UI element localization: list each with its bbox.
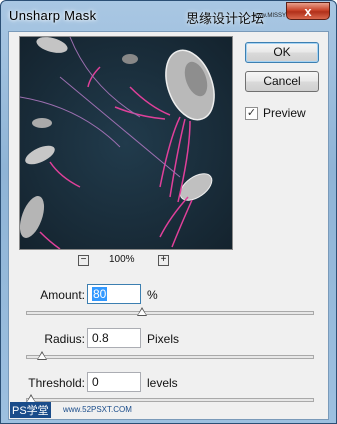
- threshold-input[interactable]: 0: [87, 372, 141, 392]
- radius-label: Radius:: [44, 332, 85, 346]
- threshold-slider-track[interactable]: [26, 398, 314, 402]
- checkmark-icon: ✓: [246, 107, 257, 119]
- unsharp-mask-dialog: Unsharp Mask 思缘设计论坛 www.MISSYUAN.COM x O…: [0, 0, 337, 424]
- radius-unit: Pixels: [147, 332, 180, 346]
- radius-value: 0.8: [92, 331, 109, 345]
- preview-image-artwork: [20, 37, 232, 249]
- close-icon: x: [304, 4, 312, 19]
- amount-slider-track[interactable]: [26, 311, 314, 315]
- preview-label: Preview: [263, 106, 306, 120]
- preview-image[interactable]: [19, 36, 233, 250]
- ps-school-logo: PS学堂: [10, 402, 51, 418]
- close-button[interactable]: x: [286, 2, 330, 20]
- ok-button[interactable]: OK: [245, 42, 319, 63]
- radius-slider-track[interactable]: [26, 355, 314, 359]
- zoom-level: 100%: [109, 254, 135, 265]
- preview-checkbox[interactable]: ✓: [245, 107, 258, 120]
- cancel-button[interactable]: Cancel: [245, 71, 319, 92]
- dialog-title: Unsharp Mask: [9, 8, 97, 23]
- dialog-body: OK Cancel ✓ Preview − 100% + Amount: 80 …: [8, 31, 329, 420]
- zoom-in-button[interactable]: +: [158, 255, 169, 266]
- ps-school-url: www.52PSXT.COM: [63, 405, 132, 414]
- amount-label: Amount:: [40, 288, 85, 302]
- minus-icon: −: [80, 254, 87, 265]
- amount-slider-thumb[interactable]: [137, 307, 148, 316]
- radius-input[interactable]: 0.8: [87, 328, 141, 348]
- threshold-value: 0: [92, 375, 99, 389]
- plus-icon: +: [160, 254, 167, 265]
- amount-unit: %: [147, 288, 158, 302]
- threshold-unit: levels: [147, 376, 178, 390]
- title-bar[interactable]: Unsharp Mask 思缘设计论坛 www.MISSYUAN.COM x: [1, 1, 336, 31]
- amount-input[interactable]: 80: [87, 284, 141, 304]
- radius-slider-thumb[interactable]: [37, 351, 48, 360]
- zoom-out-button[interactable]: −: [78, 255, 89, 266]
- amount-value: 80: [92, 287, 108, 301]
- threshold-label: Threshold:: [28, 376, 85, 390]
